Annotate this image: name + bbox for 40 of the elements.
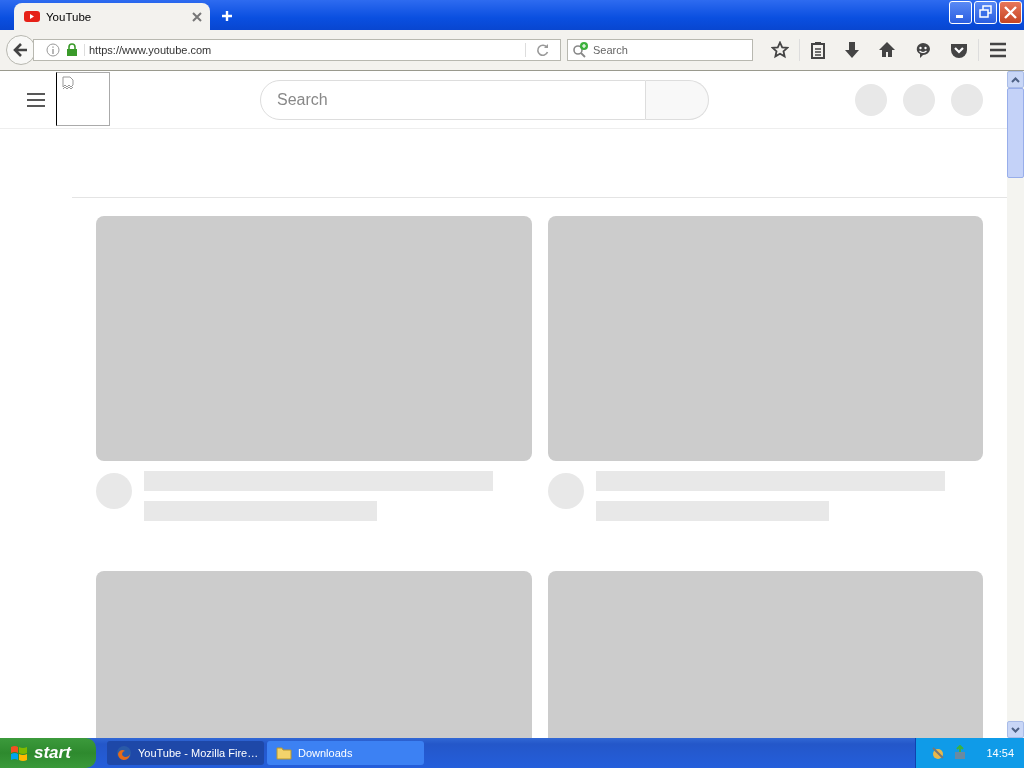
clock-text: 14:54	[986, 747, 1014, 759]
scrollbar-thumb[interactable]	[1007, 88, 1024, 178]
minimize-button[interactable]	[949, 1, 972, 24]
close-icon	[192, 11, 202, 22]
browser-icon	[116, 745, 132, 761]
windows-logo-icon	[10, 745, 28, 761]
bookmark-star-icon[interactable]	[771, 41, 789, 59]
search-field[interactable]: Search	[567, 39, 753, 61]
restore-button[interactable]	[974, 1, 997, 24]
tab-title: YouTube	[46, 10, 93, 23]
back-button[interactable]	[6, 35, 36, 65]
start-button[interactable]: start	[0, 738, 96, 768]
taskbar-button[interactable]: YouTube - Mozilla Fire…	[107, 741, 264, 765]
clipboard-icon[interactable]	[810, 41, 826, 59]
folder-icon	[276, 746, 292, 760]
plus-icon	[221, 10, 233, 22]
close-button[interactable]	[999, 1, 1022, 24]
download-icon[interactable]	[844, 41, 860, 59]
menu-icon[interactable]	[27, 92, 45, 107]
chat-smiley-icon[interactable]	[914, 41, 932, 59]
browser-tab[interactable]: YouTube	[14, 3, 210, 30]
url-text: https://www.youtube.com	[84, 44, 519, 56]
pocket-icon[interactable]	[950, 41, 968, 59]
scroll-down-button[interactable]	[1007, 721, 1024, 738]
caret-up-icon	[1011, 76, 1020, 83]
play-logo-icon	[24, 11, 40, 22]
lock-icon[interactable]	[66, 43, 78, 57]
taskbar-button[interactable]: Downloads	[267, 741, 424, 765]
address-bar[interactable]: https://www.youtube.com	[33, 39, 561, 61]
minimize-icon	[956, 15, 963, 18]
caret-down-icon	[1011, 726, 1020, 733]
scroll-up-button[interactable]	[1007, 71, 1024, 88]
search-field[interactable]: Search	[260, 79, 646, 120]
broken-image-icon	[62, 75, 74, 90]
close-tab-icon[interactable]	[192, 11, 202, 22]
back-arrow-icon	[13, 42, 29, 58]
menu-icon[interactable]	[989, 42, 1007, 58]
search-icon	[572, 42, 590, 58]
new-tab-button[interactable]	[221, 10, 233, 22]
home-icon[interactable]	[878, 41, 896, 59]
